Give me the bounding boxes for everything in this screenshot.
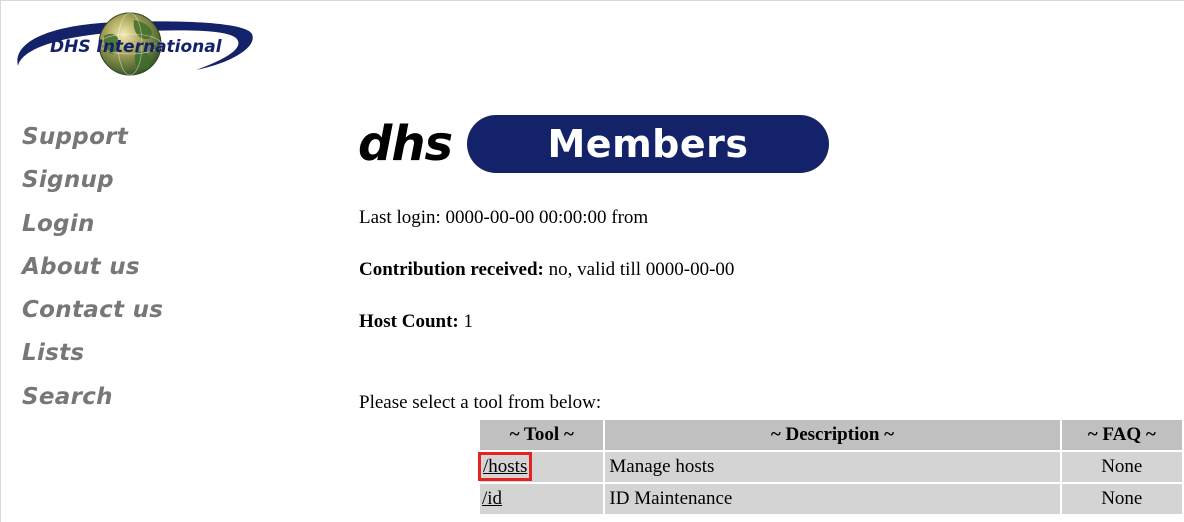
description-column-header: ~ Description ~ [605,420,1060,450]
host-count-label: Host Count: [359,311,459,332]
contribution-label: Contribution received: [359,259,544,280]
sidebar-nav: Support Signup Login About us Contact us… [22,120,163,423]
page-border-left [0,0,1,522]
brand-dhs-text: dhs [358,116,453,172]
nav-support-link[interactable]: Support [22,120,163,163]
members-title: Members [547,122,749,166]
select-tool-prompt: Please select a tool from below: [359,392,602,413]
id-tool-link[interactable]: /id [482,488,502,509]
description-cell: Manage hosts [605,452,1060,482]
host-count: Host Count: 1 [359,311,473,333]
description-cell: ID Maintenance [605,484,1060,514]
tool-cell: /hosts [477,452,604,482]
tool-cell: /id [480,484,604,514]
nav-about-us-link[interactable]: About us [22,250,163,293]
globe-logo-icon: DHS International [17,12,253,76]
faq-column-header: ~ FAQ ~ [1061,420,1182,450]
host-count-value: 1 [458,311,474,332]
nav-contact-us-link[interactable]: Contact us [22,293,163,336]
members-banner: Members [467,115,829,173]
dhs-international-logo[interactable]: DHS International [10,8,260,80]
svg-text:DHS International: DHS International [50,37,223,57]
contribution-status: Contribution received: no, valid till 00… [359,259,734,281]
table-row: /hosts Manage hosts None [477,452,1182,482]
faq-cell: None [1061,452,1182,482]
page-border-top [0,0,1184,1]
nav-lists-link[interactable]: Lists [22,336,163,379]
tools-table: ~ Tool ~ ~ Description ~ ~ FAQ ~ /hosts … [477,418,1184,516]
table-header-row: ~ Tool ~ ~ Description ~ ~ FAQ ~ [480,420,1182,450]
hosts-tool-link[interactable]: /hosts [477,452,533,481]
nav-login-link[interactable]: Login [22,207,163,250]
tool-column-header: ~ Tool ~ [480,420,604,450]
faq-cell: None [1061,484,1182,514]
table-row: /id ID Maintenance None [480,484,1182,514]
contribution-value: no, valid till 0000-00-00 [543,259,735,280]
nav-signup-link[interactable]: Signup [22,163,163,206]
nav-search-link[interactable]: Search [22,380,163,423]
last-login-text: Last login: 0000-00-00 00:00:00 from [359,207,649,228]
